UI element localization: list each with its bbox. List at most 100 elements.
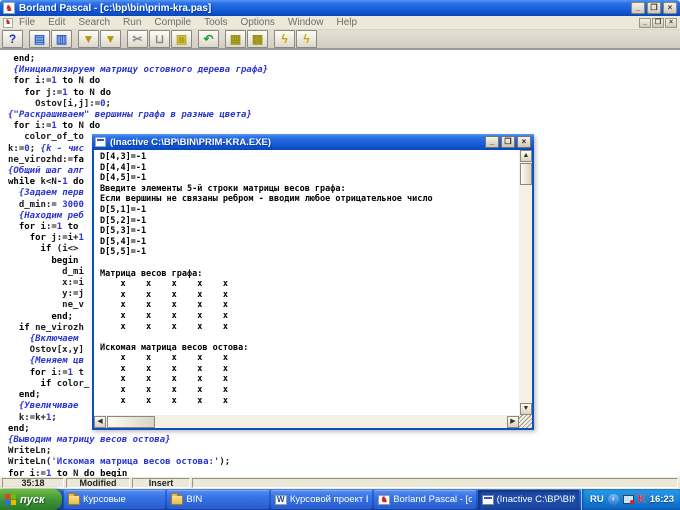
search-icon: ▼	[82, 32, 95, 46]
borland-icon: ♞	[378, 494, 391, 505]
copy-icon: ▣	[175, 32, 188, 46]
close-button[interactable]: ×	[663, 2, 677, 14]
tile-windows-icon: ▦	[229, 32, 242, 46]
console-line: x x x x x	[100, 385, 228, 396]
document-icon: ♞	[3, 17, 13, 28]
start-label: пуск	[20, 493, 45, 506]
start-button[interactable]: пуск	[0, 489, 62, 510]
network-tray-icon[interactable]	[622, 495, 634, 504]
code-line: for i:=1 to N do begin	[8, 468, 128, 477]
compile-icon: ϟ	[281, 32, 288, 46]
code-line: WriteLn('Искомая матрица весов остова:')…	[8, 457, 231, 468]
status-cell: 35:18	[2, 478, 64, 488]
taskbar-item[interactable]: BIN	[167, 490, 269, 509]
scroll-right-icon[interactable]: ▶	[507, 416, 519, 428]
help-button[interactable]: ?	[2, 30, 23, 48]
console-body: D[4,3]=-1 D[4,4]=-1 D[4,5]=-1 Введите элеме…	[94, 150, 532, 428]
window-title: Borland Pascal - [c:\bp\bin\prim-kra.pas…	[19, 2, 212, 14]
code-line: for j:=1 to N do	[24, 87, 112, 98]
language-indicator[interactable]: RU	[590, 494, 604, 505]
console-icon	[481, 494, 494, 505]
console-line: x x x x x	[100, 374, 228, 385]
system-tray: RU ‹ K 16:23	[581, 489, 680, 510]
scroll-left-icon[interactable]: ◀	[94, 416, 106, 428]
antivirus-tray-icon[interactable]: K	[638, 494, 646, 505]
console-line: D[5,5]=-1	[100, 247, 147, 258]
run-button[interactable]: ϟ	[296, 30, 317, 48]
taskbar-item-label: BIN	[186, 494, 203, 505]
undo-icon: ↶	[203, 32, 214, 46]
title-bar: ♞ Borland Pascal - [c:\bp\bin\prim-kra.p…	[0, 0, 680, 16]
search-replace-icon: ▼	[104, 32, 117, 46]
menu-item-tools[interactable]: Tools	[204, 17, 227, 28]
search-replace-button[interactable]: ▼	[100, 30, 121, 48]
taskbar-item-label: Borland Pascal - [c:\...	[393, 494, 472, 505]
taskbar-item-label: Курсовой проект Б...	[289, 494, 368, 505]
status-bar: 35:18 Modified Insert	[0, 477, 680, 489]
vertical-scrollbar[interactable]: ▲ ▼	[519, 150, 532, 415]
console-minimize-button[interactable]: _	[485, 136, 499, 148]
console-close-button[interactable]: ×	[517, 136, 531, 148]
console-line: x x x x x	[100, 310, 228, 321]
save-file-button[interactable]: ▥	[51, 30, 72, 48]
menu-item-window[interactable]: Window	[288, 17, 324, 28]
cut-button[interactable]: ✂	[127, 30, 148, 48]
restore-button[interactable]: ❐	[647, 2, 661, 14]
code-line: {Выводим матрицу весов остова}	[8, 434, 171, 445]
open-file-button[interactable]: ▤	[29, 30, 50, 48]
code-line: for i:=1 to N do	[13, 121, 101, 132]
mdi-restore-button[interactable]: ❐	[652, 17, 664, 28]
horizontal-scrollbar[interactable]: ◀ ▶	[94, 415, 519, 428]
menu-item-search[interactable]: Search	[78, 17, 110, 28]
copy-button[interactable]: ▣	[171, 30, 192, 48]
console-window: (Inactive C:\BP\BIN\PRIM-KRA.EXE) _ ❐ × …	[92, 134, 534, 430]
open-file-icon: ▤	[33, 32, 46, 46]
taskbar-item-label: Курсовые	[83, 494, 126, 505]
console-line: D[4,5]=-1	[100, 173, 147, 184]
hide-icons-chevron-icon[interactable]: ‹	[607, 494, 619, 505]
taskbar: пуск КурсовыеBINWКурсовой проект Б...♞Bo…	[0, 489, 680, 510]
menu-item-edit[interactable]: Edit	[48, 17, 65, 28]
scroll-down-icon[interactable]: ▼	[520, 403, 532, 415]
console-line: Искомая матрица весов остова:	[100, 342, 249, 353]
search-button[interactable]: ▼	[78, 30, 99, 48]
code-line: end;	[13, 54, 36, 64]
console-line: x x x x x	[100, 279, 228, 290]
console-line: D[4,4]=-1	[100, 162, 147, 173]
save-file-icon: ▥	[55, 32, 68, 46]
taskbar-item[interactable]: WКурсовой проект Б...	[270, 490, 373, 509]
status-cell	[192, 478, 678, 488]
compile-button[interactable]: ϟ	[274, 30, 295, 48]
menu-item-options[interactable]: Options	[240, 17, 274, 28]
taskbar-item[interactable]: ♞Borland Pascal - [c:\...	[374, 490, 476, 509]
menu-item-help[interactable]: Help	[337, 17, 358, 28]
mdi-close-button[interactable]: ×	[665, 17, 677, 28]
cascade-windows-button[interactable]: ▩	[247, 30, 268, 48]
menu-item-file[interactable]: File	[19, 17, 35, 28]
clipboard-button[interactable]: ⊔	[149, 30, 170, 48]
console-line: Введите элементы 5-й строки матрицы весо…	[100, 183, 346, 194]
desktop: ♞ Borland Pascal - [c:\bp\bin\prim-kra.p…	[0, 0, 680, 510]
code-line: {"Раскрашиваем" вершины графа в разные ц…	[8, 110, 252, 121]
mdi-minimize-button[interactable]: _	[639, 17, 651, 28]
console-line: D[5,1]=-1	[100, 204, 147, 215]
undo-button[interactable]: ↶	[198, 30, 219, 48]
tile-windows-button[interactable]: ▦	[225, 30, 246, 48]
horizontal-scroll-thumb[interactable]	[107, 416, 155, 428]
minimize-button[interactable]: _	[631, 2, 645, 14]
taskbar-item[interactable]: Курсовые	[64, 490, 166, 509]
console-line: D[5,3]=-1	[100, 226, 147, 237]
cascade-windows-icon: ▩	[251, 32, 264, 46]
console-title-bar[interactable]: (Inactive C:\BP\BIN\PRIM-KRA.EXE) _ ❐ ×	[92, 134, 534, 150]
console-line: x x x x x	[100, 395, 228, 406]
menu-item-run[interactable]: Run	[123, 17, 141, 28]
taskbar-item[interactable]: (Inactive C:\BP\BIN\...	[477, 490, 580, 509]
scroll-up-icon[interactable]: ▲	[520, 150, 532, 162]
code-line: for i:=1 to N do	[13, 76, 101, 87]
resize-grip[interactable]	[519, 415, 532, 428]
menu-item-compile[interactable]: Compile	[154, 17, 191, 28]
console-maximize-button[interactable]: ❐	[501, 136, 515, 148]
vertical-scroll-thumb[interactable]	[520, 163, 532, 185]
